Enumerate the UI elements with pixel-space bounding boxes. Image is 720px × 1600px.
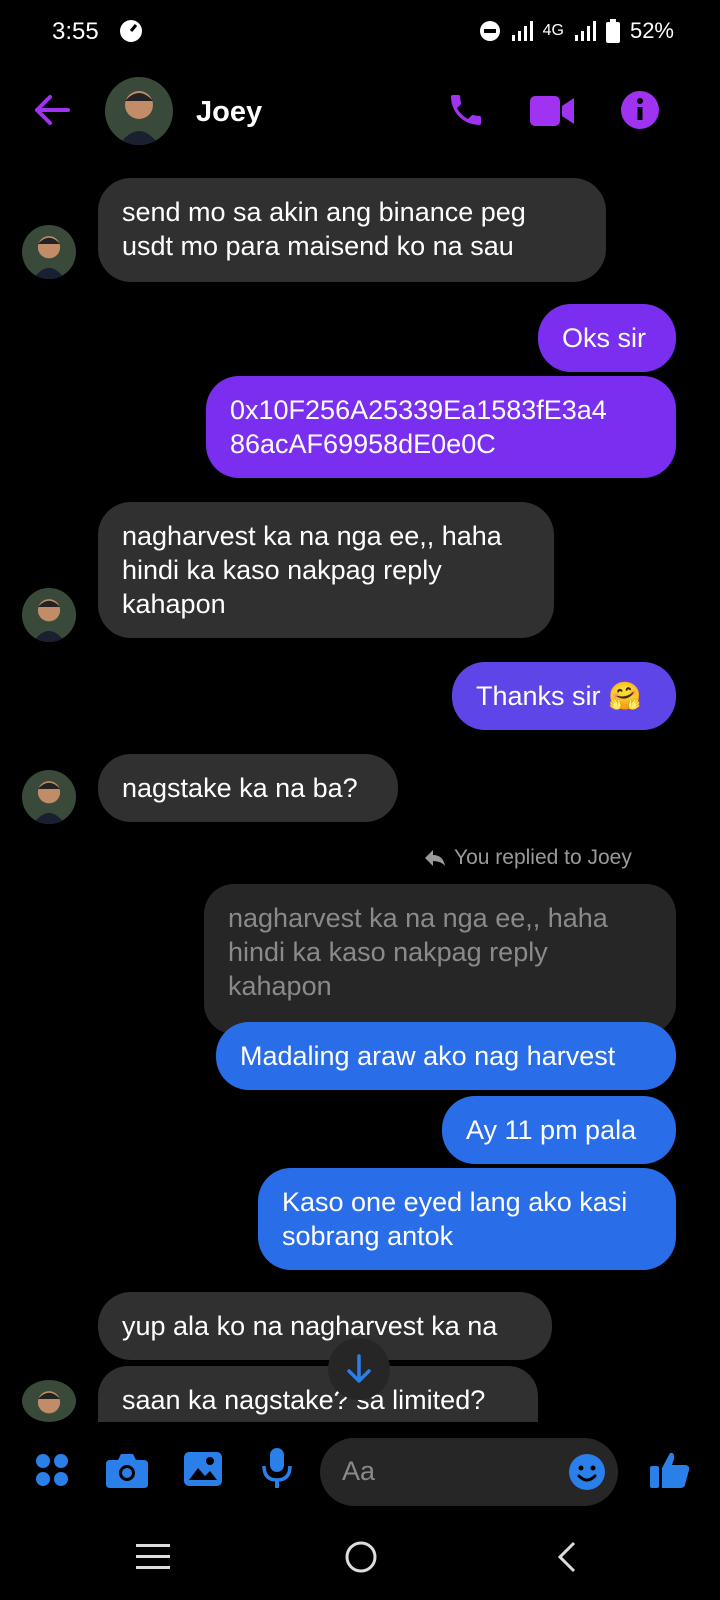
speed-icon [118,18,144,49]
signal-icon-2 [574,21,596,41]
thumbs-up-icon [650,1452,690,1488]
video-call-button[interactable] [530,94,576,133]
message-bubble-out[interactable]: 0x10F256A25339Ea1583fE3a4 86acAF69958dE0… [206,376,676,478]
arrow-down-icon [347,1354,371,1383]
message-bubble-in[interactable]: saan ka nagstake? sa limited? [98,1366,538,1422]
avatar-image [22,588,76,642]
avatar-image [22,770,76,824]
menu-lines-icon [136,1544,170,1569]
avatar-image [22,1380,76,1422]
more-actions-button[interactable] [34,1452,70,1493]
status-time: 3:55 [52,18,99,45]
system-back-button[interactable] [556,1540,578,1579]
sender-avatar [22,588,76,642]
signal-icon [511,21,533,41]
like-button[interactable] [650,1450,690,1495]
back-arrow-icon [35,95,70,125]
phone-icon [451,95,481,125]
image-icon [184,1452,222,1486]
chevron-left-icon [557,1541,576,1573]
message-bubble-out[interactable]: Kaso one eyed lang ako kasi sobrang anto… [258,1168,676,1270]
message-bubble-in[interactable]: send mo sa akin ang binance peg usdt mo … [98,178,606,282]
contact-avatar[interactable] [105,77,173,145]
avatar-image [22,225,76,279]
camera-button[interactable] [106,1452,148,1493]
message-bubble-out[interactable]: Oks sir [538,304,676,372]
message-bubble-out[interactable]: Thanks sir 🤗 [452,662,676,730]
reply-arrow-icon [425,850,445,866]
camera-icon [106,1454,148,1488]
dnd-icon [479,21,500,41]
voice-message-button[interactable] [262,1448,292,1493]
info-button[interactable] [620,90,660,135]
home-circle-icon [345,1541,377,1573]
emoji-button[interactable] [568,1453,606,1496]
reply-indicator: You replied to Joey [424,846,632,870]
message-bubble-in[interactable]: yup ala ko na nagharvest ka na [98,1292,552,1360]
smiley-icon [569,1454,605,1490]
sender-avatar [22,1380,76,1422]
voice-call-button[interactable] [446,90,486,135]
gallery-button[interactable] [184,1452,222,1491]
recent-apps-button[interactable] [136,1544,170,1575]
reply-label: You replied to Joey [454,846,632,869]
status-right: 4G 52% [479,18,674,44]
message-input-placeholder: Aa [342,1456,376,1486]
scroll-to-bottom-button[interactable] [328,1338,390,1400]
message-bubble-out[interactable]: Ay 11 pm pala [442,1096,676,1164]
home-button[interactable] [344,1540,378,1579]
message-bubble-in[interactable]: nagstake ka na ba? [98,754,398,822]
sender-avatar [22,770,76,824]
grid-dots-icon [36,1454,68,1486]
battery-level: 52% [629,18,674,43]
microphone-icon [262,1448,292,1488]
chat-header: Joey [0,62,720,168]
sender-avatar [22,225,76,279]
network-type: 4G [542,22,564,39]
message-bubble-out[interactable]: Madaling araw ako nag harvest [216,1022,676,1090]
quoted-message[interactable]: nagharvest ka na nga ee,, haha hindi ka … [204,884,676,1034]
avatar-image [105,77,173,145]
message-input[interactable]: Aa [320,1438,618,1506]
contact-name[interactable]: Joey [196,96,262,129]
info-icon [621,91,659,129]
system-nav-bar [0,1510,720,1600]
message-bubble-in[interactable]: nagharvest ka na nga ee,, haha hindi ka … [98,502,554,638]
battery-icon [605,19,620,43]
back-button[interactable] [34,94,70,131]
status-bar: 3:55 4G 52% [0,0,720,62]
video-camera-icon [530,96,574,126]
